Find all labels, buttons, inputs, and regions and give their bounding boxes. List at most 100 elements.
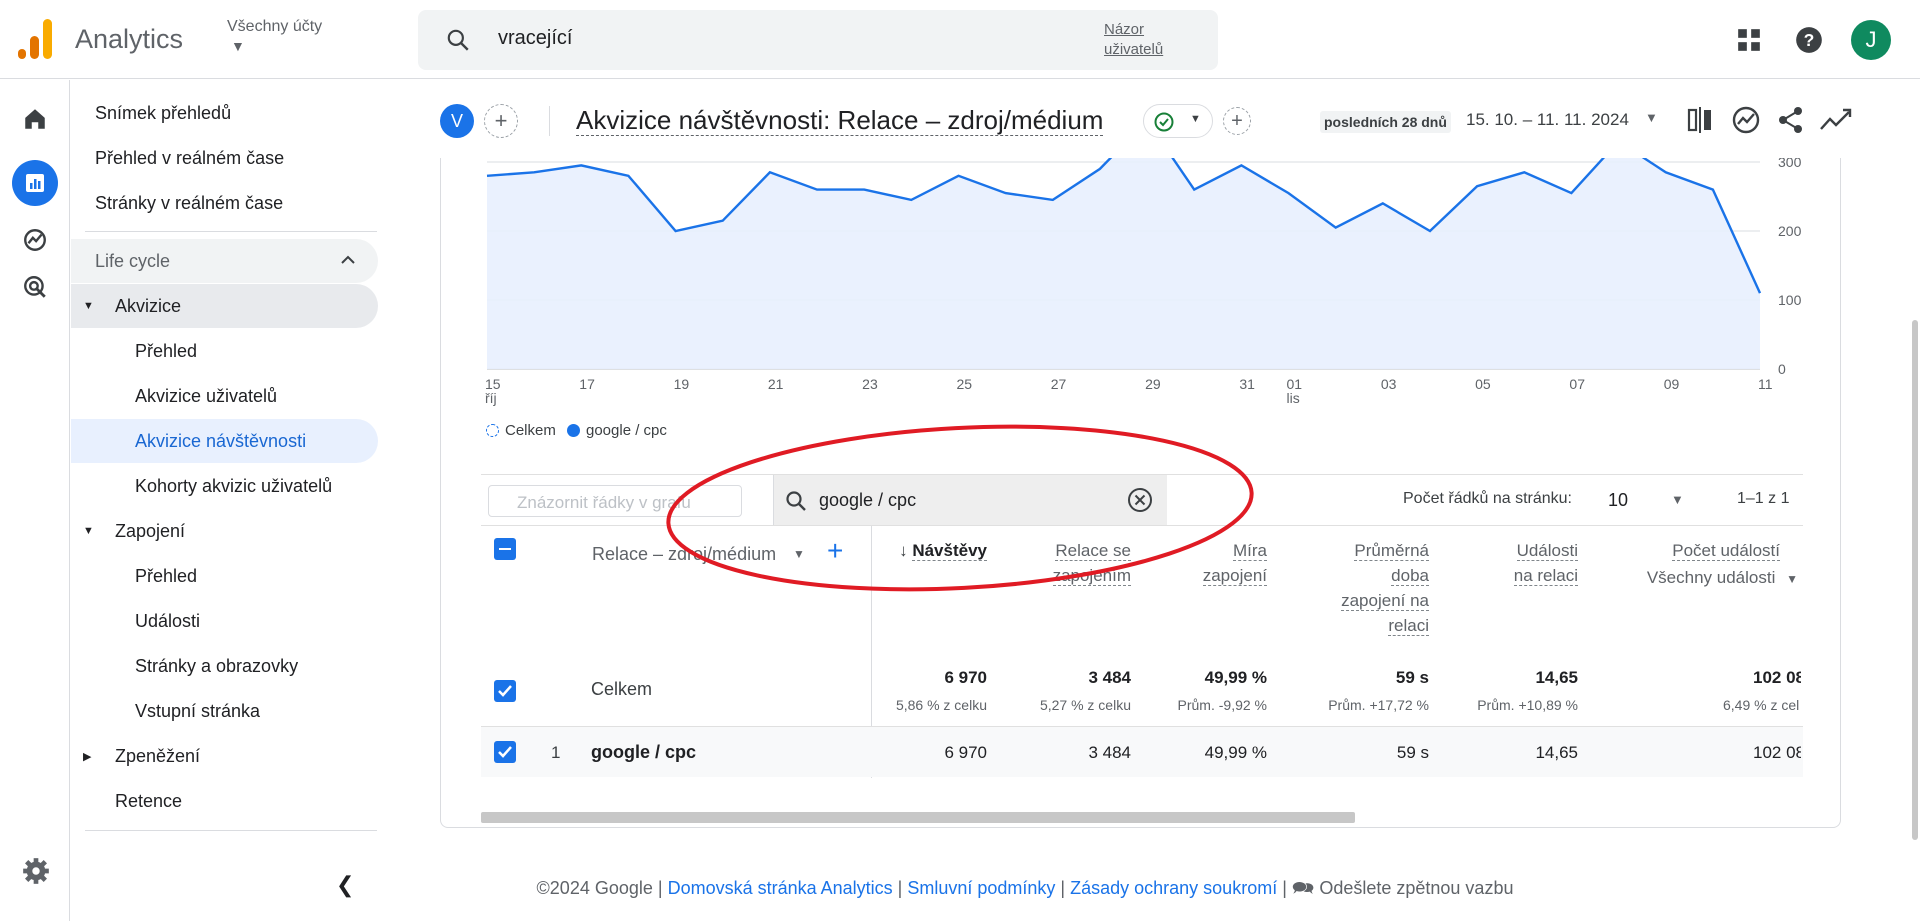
- add-dimension-button[interactable]: +: [827, 535, 843, 567]
- x-tick-label: 23: [862, 376, 878, 392]
- reports-icon[interactable]: [12, 160, 58, 206]
- user-avatar[interactable]: J: [1851, 20, 1891, 60]
- footer-link-terms[interactable]: Smluvní podmínky: [907, 878, 1055, 898]
- date-caret-icon[interactable]: ▼: [1645, 110, 1658, 125]
- column-header-udalosti-na-relaci[interactable]: Události na relaci: [1498, 538, 1578, 588]
- report-navigation: Snímek přehledů Přehled v reálném čase S…: [71, 80, 384, 921]
- x-tick-label: 27: [1051, 376, 1067, 392]
- row-divider: [481, 726, 1803, 727]
- table-search-field[interactable]: google / cpc: [773, 475, 1167, 525]
- account-selector-label[interactable]: Všechny účty: [227, 18, 322, 36]
- nav-item-udalosti[interactable]: Události: [71, 599, 378, 643]
- dimension-header[interactable]: Relace – zdroj/médium: [592, 544, 776, 565]
- account-caret-icon[interactable]: ▼: [231, 38, 245, 54]
- add-filter-button[interactable]: +: [1223, 107, 1251, 135]
- advertising-icon[interactable]: [12, 264, 58, 310]
- x-tick-label: 11: [1758, 376, 1773, 392]
- analytics-logo-icon[interactable]: [18, 19, 52, 59]
- row-dimension-value[interactable]: google / cpc: [591, 742, 696, 763]
- x-tick-label: 05: [1475, 376, 1491, 392]
- search-input[interactable]: vracející: [498, 27, 572, 50]
- date-range-picker[interactable]: 15. 10. – 11. 11. 2024: [1466, 110, 1629, 130]
- x-tick-sublabel: říj: [485, 390, 497, 406]
- explore-icon[interactable]: [12, 217, 58, 263]
- x-tick-label: 09: [1664, 376, 1680, 392]
- help-icon[interactable]: ?: [1795, 26, 1823, 54]
- total-pocet-sub: 6,49 % z cel: [1723, 697, 1800, 713]
- y-tick-label: 100: [1778, 292, 1802, 308]
- table-divider: [481, 525, 1803, 526]
- footer-link-analytics-home[interactable]: Domovská stránka Analytics: [668, 878, 893, 898]
- caret-down-icon: ▼: [83, 300, 94, 312]
- select-all-checkbox[interactable]: [494, 538, 516, 560]
- nav-group-zapojeni[interactable]: ▼ Zapojení: [71, 509, 378, 553]
- trending-icon[interactable]: [1819, 105, 1853, 135]
- event-filter-select[interactable]: Všechny události ▼: [1647, 565, 1798, 592]
- caret-right-icon: ▶: [83, 750, 92, 763]
- nav-item-realtime-overview[interactable]: Přehled v reálném čase: [71, 136, 378, 180]
- nav-section-life-cycle[interactable]: Life cycle: [71, 239, 378, 283]
- compare-icon[interactable]: [1686, 105, 1714, 135]
- column-header-pocet-udalosti[interactable]: Počet událostí: [1620, 538, 1780, 563]
- nav-item-akvizice-uzivatelu[interactable]: Akvizice uživatelů: [71, 374, 378, 418]
- apps-grid-icon[interactable]: [1736, 27, 1762, 53]
- left-rail: [0, 80, 70, 921]
- row-checkbox[interactable]: [494, 741, 516, 763]
- legend-dot-icon: [567, 424, 580, 437]
- feedback-link[interactable]: Odešlete zpětnou vazbu: [1319, 878, 1513, 898]
- report-status-chip[interactable]: ▼: [1143, 104, 1213, 138]
- y-tick-label: 300: [1778, 158, 1802, 170]
- nav-group-zpenezeni[interactable]: ▶ Zpeněžení: [71, 734, 378, 778]
- clear-search-icon[interactable]: [1127, 487, 1153, 513]
- row-pocet-udalosti: 102 08: [1753, 743, 1801, 762]
- nav-item-kohorty[interactable]: Kohorty akvizic uživatelů: [71, 464, 378, 508]
- chevron-down-icon: ▼: [1190, 113, 1201, 125]
- table-search-input[interactable]: google / cpc: [819, 490, 916, 511]
- top-bar: Analytics Všechny účty ▼ vracející Názor…: [0, 0, 1920, 79]
- home-icon[interactable]: [12, 96, 58, 142]
- page-title[interactable]: Akvizice návštěvnosti: Relace – zdroj/mé…: [576, 105, 1104, 136]
- share-icon[interactable]: [1776, 105, 1806, 135]
- nav-item-stranky-obrazovky[interactable]: Stránky a obrazovky: [71, 644, 378, 688]
- rows-caret-icon[interactable]: ▼: [1671, 492, 1684, 507]
- legend-item-celkem[interactable]: Celkem: [486, 422, 556, 439]
- nav-item-zapojeni-prehled[interactable]: Přehled: [71, 554, 378, 598]
- totals-checkbox[interactable]: [494, 680, 516, 702]
- comparison-chip[interactable]: V: [440, 104, 474, 138]
- nav-item-realtime-pages[interactable]: Stránky v reálném čase: [71, 181, 378, 225]
- insights-icon[interactable]: [1731, 105, 1761, 135]
- column-header-relace-se-zapojenim[interactable]: Relace se zapojením: [1031, 538, 1131, 588]
- dimension-caret-icon[interactable]: ▼: [793, 547, 805, 561]
- total-relace-sub: 5,27 % z celku: [1039, 697, 1131, 713]
- user-view-link[interactable]: Názor uživatelů: [1104, 20, 1184, 60]
- rows-per-page-select[interactable]: 10: [1608, 490, 1628, 511]
- total-prumerna-doba: 59 s: [1395, 668, 1429, 687]
- vertical-scrollbar[interactable]: [1912, 320, 1918, 840]
- legend-item-google-cpc[interactable]: google / cpc: [567, 422, 667, 439]
- x-tick-label: 03: [1381, 376, 1397, 392]
- x-tick-label: 21: [768, 376, 784, 392]
- sort-arrow-icon: ↓: [899, 541, 908, 560]
- nav-group-akvizice[interactable]: ▼ Akvizice: [71, 284, 378, 328]
- x-tick-label: 25: [956, 376, 972, 392]
- total-doba-sub: Prům. +17,72 %: [1328, 697, 1429, 713]
- plot-rows-input[interactable]: Znázornit řádky v grafu: [488, 485, 742, 517]
- column-header-prumerna-doba[interactable]: Průměrná doba zapojení na relaci: [1329, 538, 1429, 638]
- add-comparison-button[interactable]: +: [484, 104, 518, 138]
- column-header-navstevy[interactable]: ↓ Návštěvy: [899, 538, 987, 563]
- search-bar[interactable]: vracející Názor uživatelů: [418, 10, 1218, 70]
- nav-item-vstupni-stranka[interactable]: Vstupní stránka: [71, 689, 378, 733]
- x-tick-label: 17: [579, 376, 595, 392]
- nav-item-snapshot[interactable]: Snímek přehledů: [71, 91, 378, 135]
- column-header-mira-zapojeni[interactable]: Míra zapojení: [1187, 538, 1267, 588]
- nav-item-akvizice-prehled[interactable]: Přehled: [71, 329, 378, 373]
- footer-link-privacy[interactable]: Zásady ochrany soukromí: [1070, 878, 1277, 898]
- totals-label: Celkem: [591, 679, 653, 699]
- footer: ©2024 Google | Domovská stránka Analytic…: [536, 878, 1514, 898]
- nav-item-akvizice-navstevnosti[interactable]: Akvizice návštěvnosti: [71, 419, 378, 463]
- horizontal-scrollbar[interactable]: [481, 812, 1355, 823]
- nav-group-retence[interactable]: Retence: [71, 779, 378, 823]
- y-tick-label: 200: [1778, 223, 1802, 239]
- total-relace-se-zapojenim: 3 484: [1088, 668, 1131, 687]
- report-header: V + Akvizice návštěvnosti: Relace – zdro…: [440, 96, 1880, 146]
